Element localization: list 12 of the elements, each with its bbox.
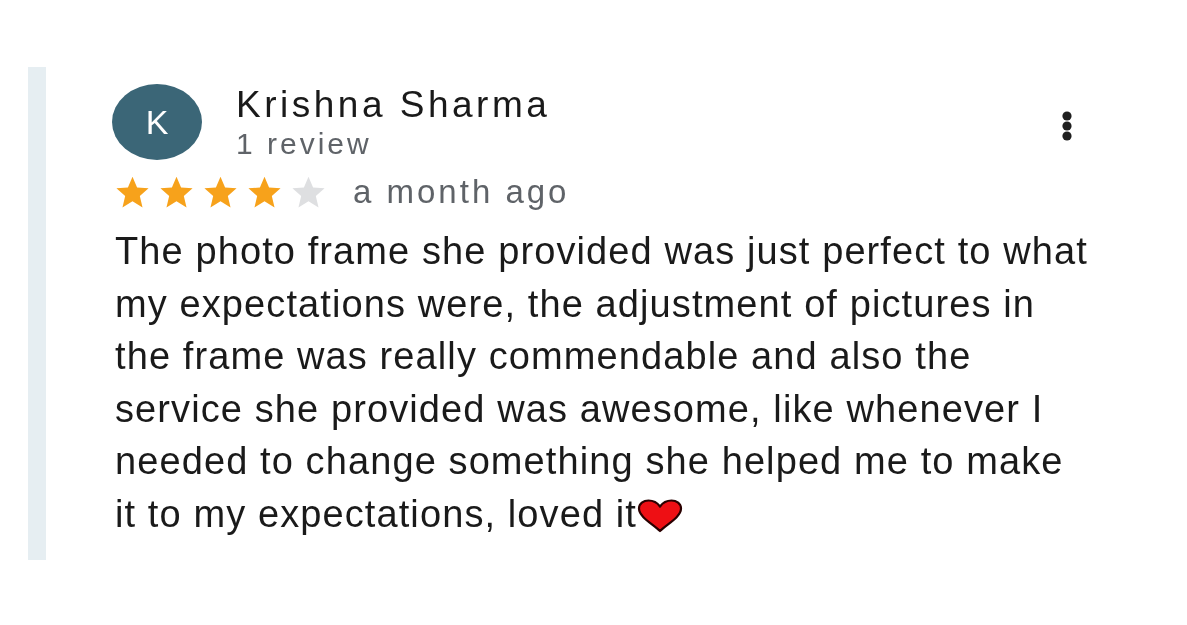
heart-icon xyxy=(637,498,683,533)
review-text: The photo frame she provided was just perfect to what my expectations were, the adjustment of pictures in the frame was really commendable and also the service she provided was awesome, like whenever I needed to change something she helped me to make it to my expectations, loved it xyxy=(115,229,1089,537)
star-icon xyxy=(247,175,282,209)
star-icon xyxy=(291,175,326,209)
avatar: K xyxy=(112,84,202,160)
star-icon xyxy=(159,175,194,209)
review-count: 1 review xyxy=(236,127,372,161)
author-name: Krishna Sharma xyxy=(236,85,551,125)
review-time: a month ago xyxy=(353,174,570,210)
more-options-icon xyxy=(1061,111,1073,141)
star-icon xyxy=(115,175,150,209)
star-icon xyxy=(203,175,238,209)
